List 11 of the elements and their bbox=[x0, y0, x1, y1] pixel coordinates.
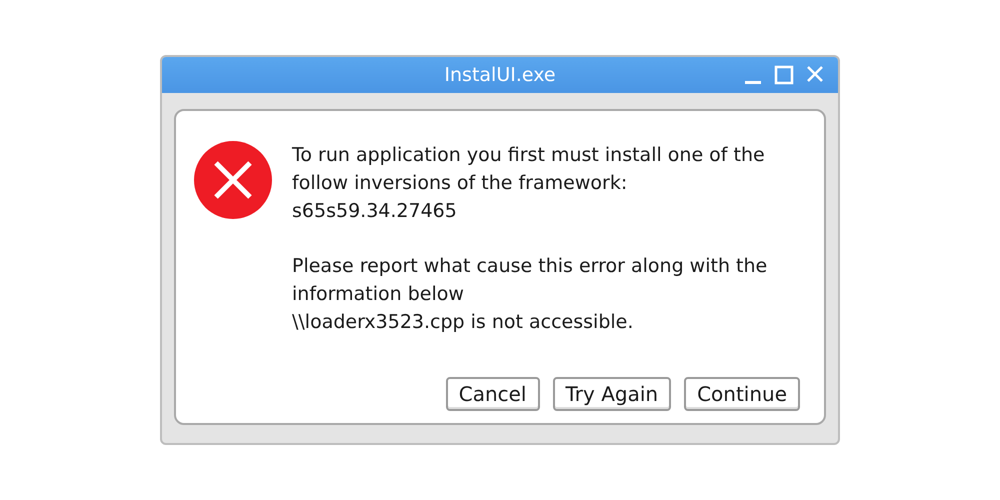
dialog-button[interactable]: Continue bbox=[684, 377, 800, 411]
message-text: Please report what cause this error along with the information below bbox=[292, 254, 768, 307]
error-icon bbox=[194, 141, 272, 219]
message-text: s65s59.34.27465 bbox=[292, 199, 458, 224]
window-title: InstalUI.exe bbox=[444, 64, 556, 86]
close-icon[interactable] bbox=[806, 65, 824, 83]
message-text: \\loaderx3523.cpp is not accessible. bbox=[292, 310, 634, 335]
message-text: To run application you first must install one of the follow inversions of the framework: bbox=[292, 143, 766, 196]
maximize-icon[interactable] bbox=[774, 65, 794, 85]
dialog-button[interactable]: Cancel bbox=[446, 377, 540, 411]
dialog-button[interactable]: Try Again bbox=[552, 377, 672, 411]
